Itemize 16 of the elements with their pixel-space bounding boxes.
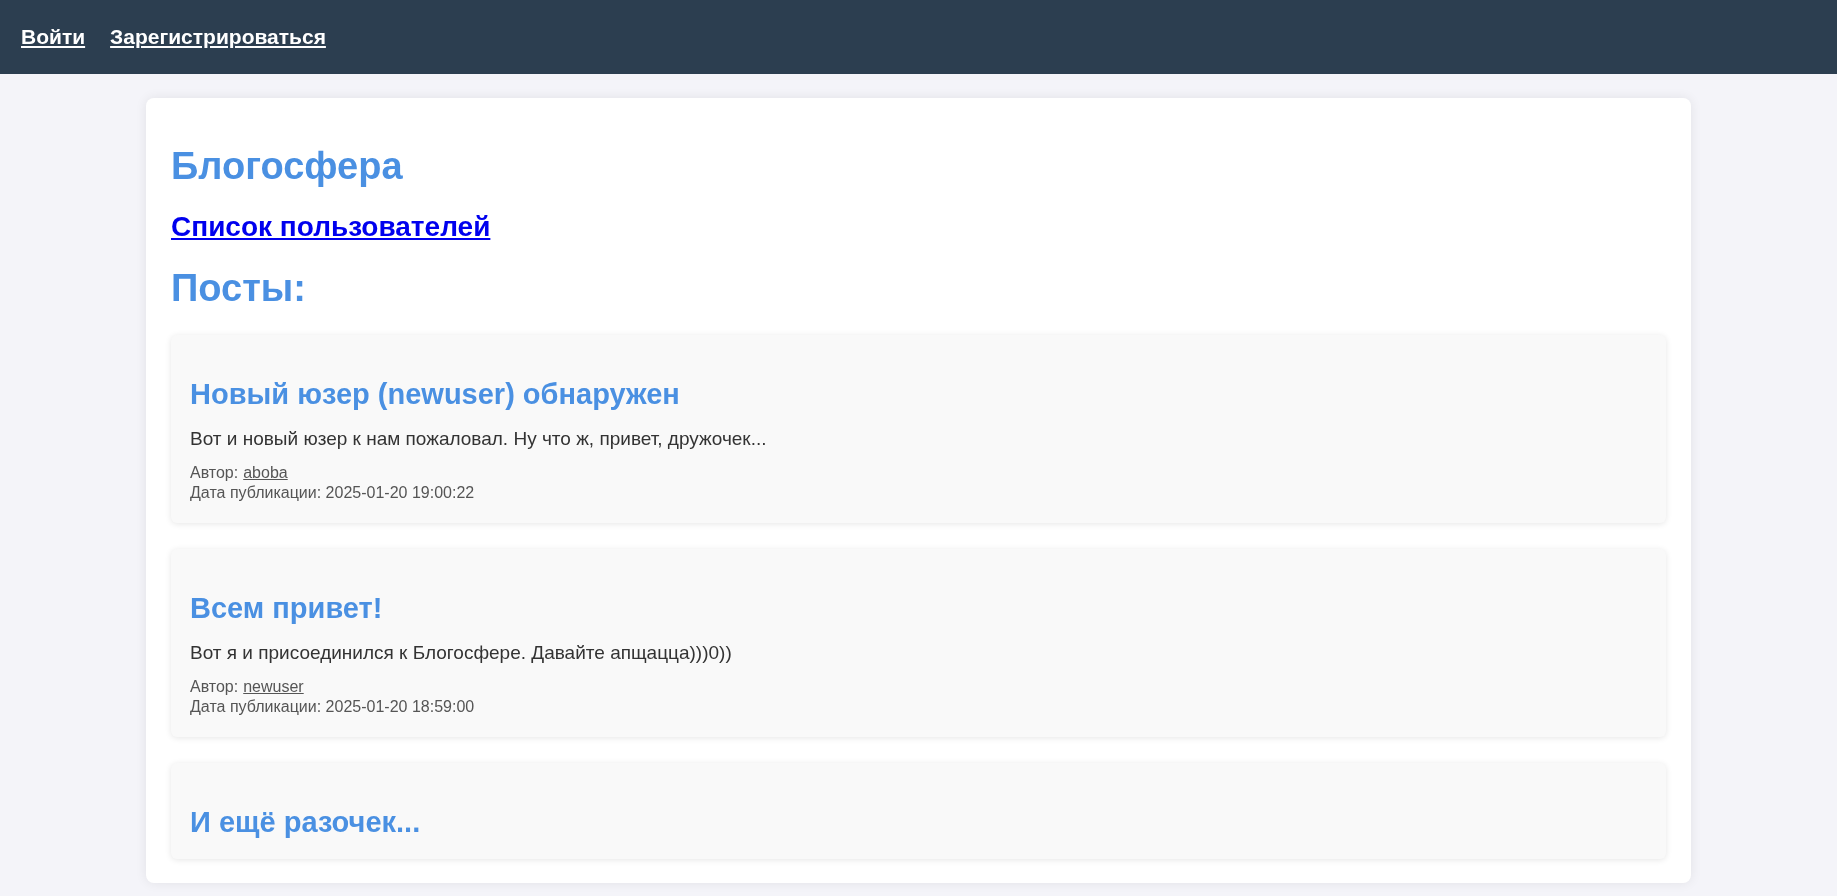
publish-date: Дата публикации: 2025-01-20 19:00:22	[190, 483, 476, 503]
nav-link[interactable]: Войти	[21, 21, 86, 53]
post-title: Всем привет!	[190, 591, 384, 625]
post-body: Вот и новый юзер к нам пожаловал. Ну что ж, привет, дружочек...	[190, 427, 768, 451]
nav-link[interactable]: Зарегистрироваться	[110, 21, 326, 53]
posts-heading: Посты:	[171, 266, 307, 310]
author-label: Автор:	[190, 677, 239, 697]
author-link[interactable]: newuser	[243, 677, 304, 697]
post-title: Новый юзер (newuser) обнаружен	[190, 377, 681, 411]
users-link[interactable]: Список пользователей	[171, 211, 491, 242]
post-body: Вот я и присоединился к Блогосфере. Давайте апщацца)))0))	[190, 641, 733, 665]
author-label: Автор:	[190, 463, 239, 483]
site-title: Блогосфера	[171, 144, 404, 188]
publish-date: Дата публикации: 2025-01-20 18:59:00	[190, 697, 476, 717]
post-title: И ещё разочек...	[190, 805, 422, 839]
author-link[interactable]: aboba	[243, 463, 288, 483]
